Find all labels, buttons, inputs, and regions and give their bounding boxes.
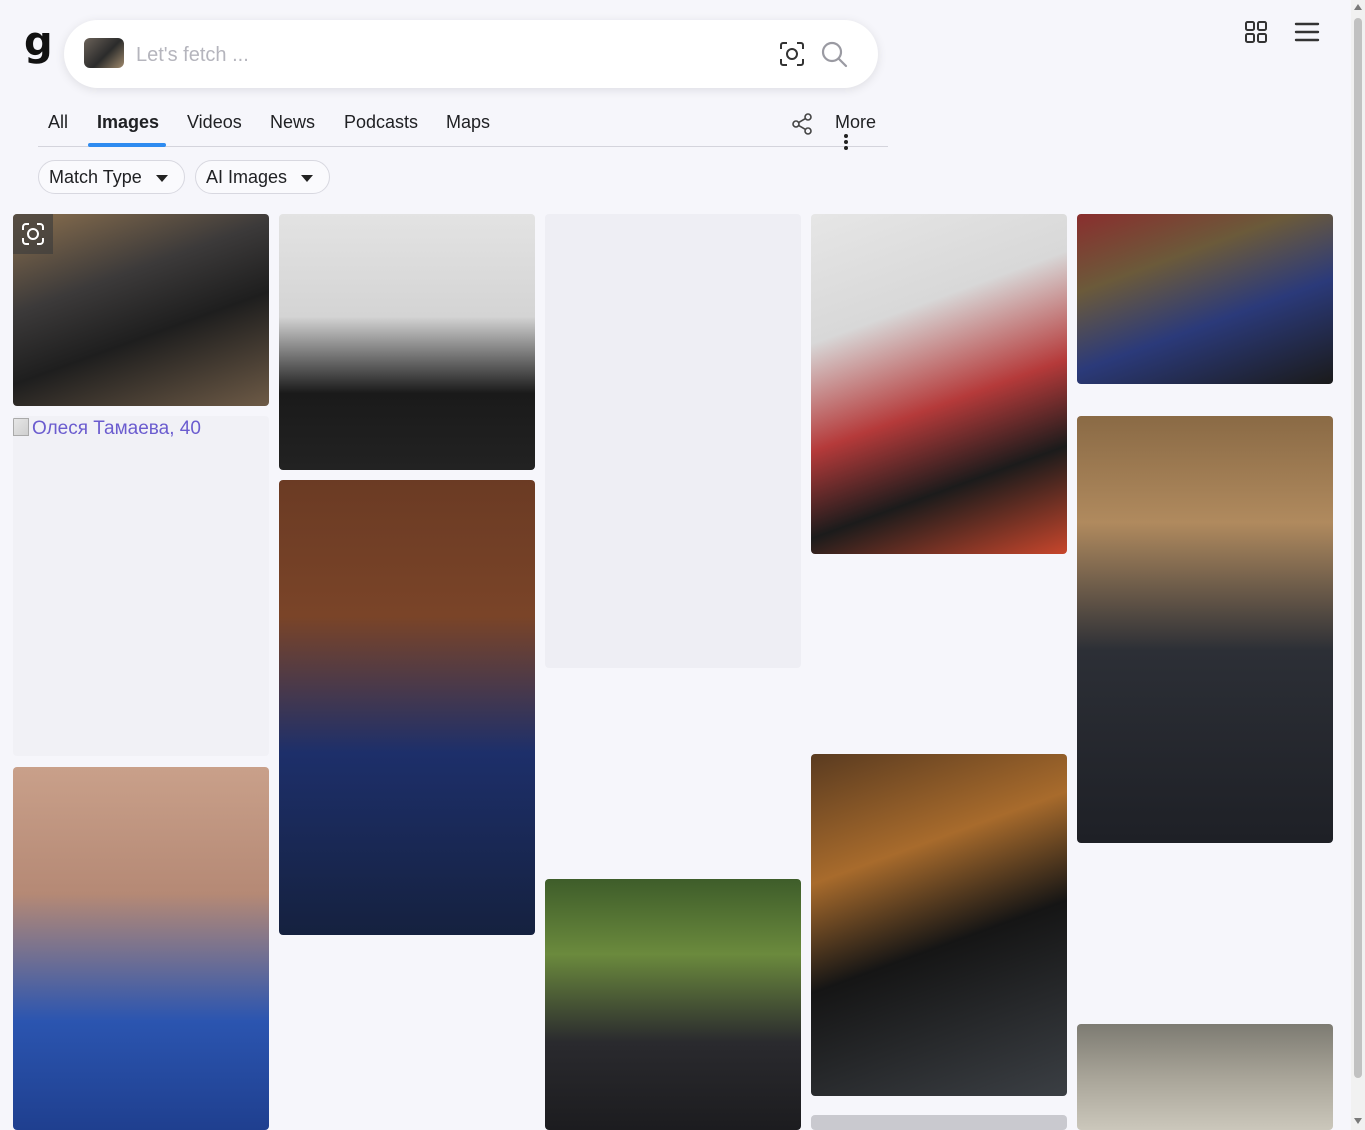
broken-image-icon — [13, 418, 29, 436]
search-type-tabs: All Images Videos News Podcasts Maps Mor… — [38, 100, 888, 150]
broken-image-alt: Олеся Тамаева, 40 — [13, 418, 201, 440]
result-image-13[interactable] — [811, 1115, 1067, 1130]
caret-down-icon — [301, 174, 314, 182]
tab-news[interactable]: News — [270, 112, 315, 146]
result-image-8[interactable] — [1077, 416, 1333, 843]
ai-images-label: AI Images — [206, 167, 288, 187]
caret-down-icon — [155, 174, 168, 182]
active-tab-indicator — [88, 143, 166, 147]
result-image-7[interactable] — [279, 480, 535, 935]
result-image-2[interactable] — [279, 214, 535, 470]
share-icon[interactable] — [790, 112, 814, 136]
search-input[interactable] — [134, 38, 698, 72]
result-image-6[interactable]: Олеся Тамаева, 40 — [13, 416, 269, 756]
tab-all[interactable]: All — [48, 112, 68, 146]
match-type-label: Match Type — [49, 167, 142, 187]
result-image-5[interactable] — [1077, 214, 1333, 384]
tab-images[interactable]: Images — [97, 112, 159, 146]
result-image-12[interactable] — [1077, 1024, 1333, 1130]
search-bar — [64, 20, 878, 88]
search-icon[interactable] — [820, 40, 848, 68]
result-image-11[interactable] — [811, 754, 1067, 1096]
result-image-10[interactable] — [545, 879, 801, 1130]
more-vertical-icon — [843, 133, 849, 156]
more-label: More — [835, 112, 877, 132]
visual-search-icon[interactable] — [778, 40, 806, 68]
apps-grid-icon[interactable] — [1244, 20, 1268, 44]
result-image-4[interactable] — [811, 214, 1067, 554]
result-image-1[interactable] — [13, 214, 269, 406]
more-button[interactable]: More — [835, 112, 888, 156]
scrollbar-thumb[interactable] — [1354, 18, 1362, 1078]
match-type-dropdown[interactable]: Match Type — [38, 160, 185, 194]
broken-image-alt-text: Олеся Тамаева, 40 — [32, 418, 201, 439]
visual-search-badge[interactable] — [13, 214, 53, 254]
page-scrollbar[interactable] — [1351, 0, 1365, 1130]
hamburger-menu-icon[interactable] — [1294, 20, 1320, 44]
scroll-down-arrow-icon[interactable] — [1354, 1118, 1362, 1124]
scroll-up-arrow-icon[interactable] — [1354, 4, 1362, 10]
result-image-9[interactable] — [13, 767, 269, 1130]
result-image-3[interactable] — [545, 214, 801, 668]
logo[interactable]: g — [24, 22, 54, 66]
tab-maps[interactable]: Maps — [446, 112, 490, 146]
search-image-thumbnail[interactable] — [84, 38, 124, 68]
tab-videos[interactable]: Videos — [187, 112, 242, 146]
tab-podcasts[interactable]: Podcasts — [344, 112, 418, 146]
ai-images-dropdown[interactable]: AI Images — [195, 160, 330, 194]
